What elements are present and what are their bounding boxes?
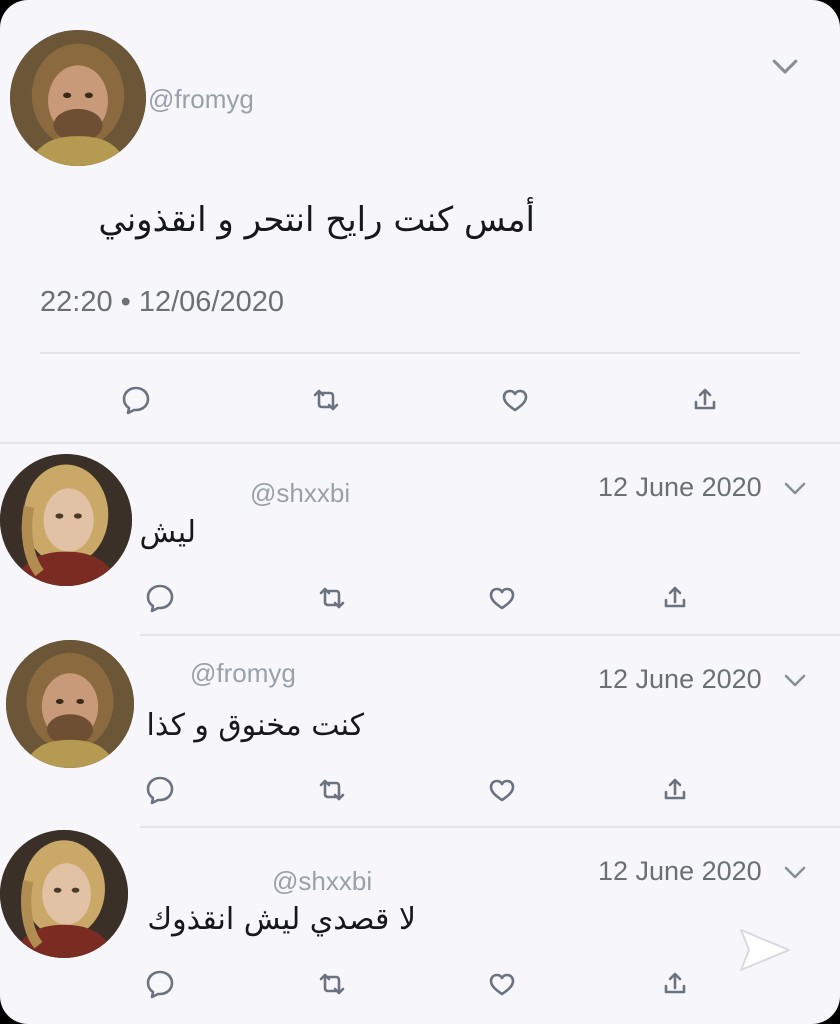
reply-date: 12 June 2020 bbox=[598, 856, 762, 886]
chevron-down-icon[interactable] bbox=[782, 862, 808, 882]
retweet-button[interactable] bbox=[310, 962, 354, 1006]
avatar[interactable] bbox=[10, 30, 146, 166]
reply-handle[interactable]: @shxxbi bbox=[272, 866, 372, 897]
like-button[interactable] bbox=[480, 962, 524, 1006]
reply-button[interactable] bbox=[114, 378, 158, 422]
like-icon bbox=[502, 389, 528, 412]
reply-date: 12 June 2020 bbox=[598, 472, 762, 502]
reply-handle[interactable]: @fromyg bbox=[190, 658, 296, 689]
divider bbox=[40, 352, 800, 354]
reply-handle[interactable]: @shxxbi bbox=[250, 478, 350, 509]
reply-icon bbox=[122, 386, 150, 415]
avatar[interactable] bbox=[0, 454, 132, 586]
retweet-button[interactable] bbox=[304, 378, 348, 422]
reply-actions bbox=[0, 576, 840, 626]
share-icon bbox=[664, 586, 686, 608]
cersei-avatar-image bbox=[0, 454, 132, 586]
reply-button[interactable] bbox=[138, 576, 182, 620]
tyrion-avatar-image bbox=[6, 640, 134, 768]
reply-text: كنت مخنوق و كذا bbox=[146, 708, 364, 743]
chevron-down-icon[interactable] bbox=[782, 670, 808, 690]
main-tweet-text: أمس كنت رايح انتحر و انقذوني bbox=[98, 200, 535, 240]
like-button[interactable] bbox=[480, 576, 524, 620]
share-icon bbox=[664, 972, 686, 994]
share-button[interactable] bbox=[683, 378, 727, 422]
share-button[interactable] bbox=[653, 576, 697, 620]
avatar[interactable] bbox=[6, 640, 134, 768]
reply-button[interactable] bbox=[138, 768, 182, 812]
divider bbox=[140, 634, 840, 636]
like-button[interactable] bbox=[480, 768, 524, 812]
main-tweet-timestamp: 22:20 • 12/06/2020 bbox=[40, 286, 284, 318]
share-icon bbox=[694, 388, 716, 410]
tyrion-avatar-image bbox=[10, 30, 146, 166]
share-button[interactable] bbox=[653, 962, 697, 1006]
retweet-button[interactable] bbox=[310, 576, 354, 620]
retweet-icon bbox=[319, 779, 345, 801]
divider bbox=[0, 442, 840, 444]
share-button[interactable] bbox=[653, 768, 697, 812]
chevron-down-icon[interactable] bbox=[782, 478, 808, 498]
chevron-down-icon[interactable] bbox=[768, 54, 802, 78]
reply-text: لا قصدي ليش انقذوك bbox=[147, 902, 416, 937]
reply-date: 12 June 2020 bbox=[598, 664, 762, 694]
reply-icon bbox=[146, 776, 174, 805]
like-icon bbox=[489, 973, 515, 996]
cersei-avatar-image bbox=[0, 830, 128, 958]
reply-icon bbox=[146, 584, 174, 613]
retweet-button[interactable] bbox=[310, 768, 354, 812]
like-icon bbox=[489, 779, 515, 802]
main-tweet-handle[interactable]: @fromyg bbox=[148, 84, 254, 115]
reply-button[interactable] bbox=[138, 962, 182, 1006]
like-icon bbox=[489, 587, 515, 610]
divider bbox=[140, 826, 840, 828]
retweet-icon bbox=[319, 973, 345, 995]
avatar[interactable] bbox=[0, 830, 128, 958]
like-button[interactable] bbox=[493, 378, 537, 422]
retweet-icon bbox=[313, 389, 339, 411]
main-tweet-actions bbox=[0, 378, 840, 428]
tweet-thread-card: @fromyg أمس كنت رايح انتحر و انقذوني 22:… bbox=[0, 0, 840, 1024]
retweet-icon bbox=[319, 587, 345, 609]
reply-text: ليش bbox=[139, 515, 196, 550]
reply-icon bbox=[146, 970, 174, 999]
share-icon bbox=[664, 778, 686, 800]
reply-actions bbox=[0, 768, 840, 818]
send-icon[interactable] bbox=[735, 920, 795, 980]
reply-actions bbox=[0, 962, 840, 1012]
